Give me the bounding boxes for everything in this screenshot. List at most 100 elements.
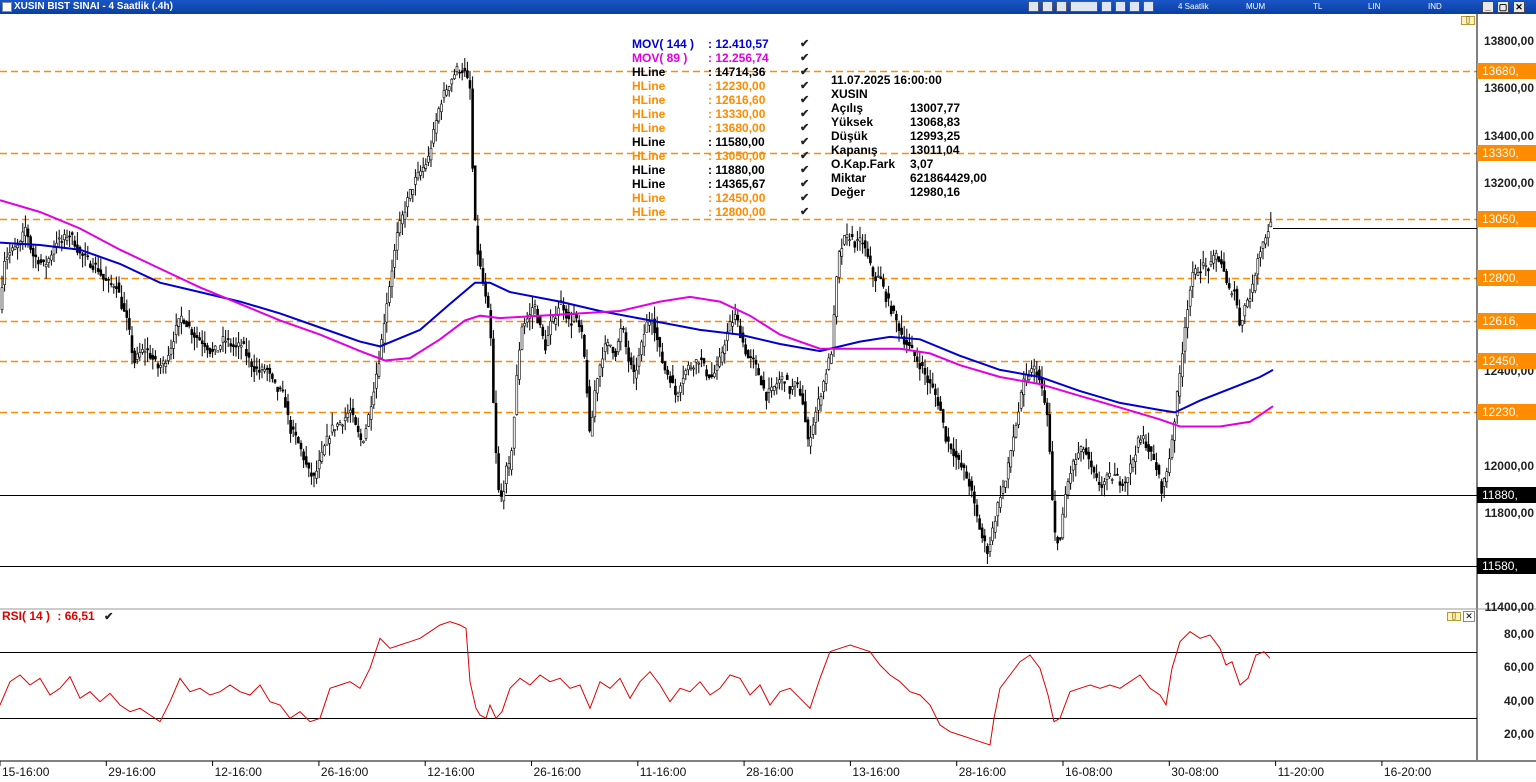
candle-body [520, 326, 524, 350]
candle-body [0, 287, 4, 310]
time-tick-label: 16-08:00 [1065, 765, 1113, 779]
candle-body [224, 340, 227, 343]
visibility-check-icon[interactable]: ✔ [800, 205, 809, 219]
candle-body [42, 259, 45, 262]
candle-body [655, 327, 659, 341]
candle-body [323, 445, 326, 456]
candle-body [993, 520, 997, 533]
chart-canvas[interactable] [0, 0, 1536, 782]
candle-body [273, 379, 277, 383]
candle-body [250, 361, 253, 367]
candle-body [1209, 261, 1213, 266]
candle-body [939, 401, 942, 411]
candle-body [627, 347, 630, 362]
candle-body [44, 264, 48, 268]
visibility-check-icon[interactable]: ✔ [800, 51, 809, 65]
candle-body [905, 340, 909, 346]
candle-body [798, 388, 802, 396]
candle-body [809, 437, 812, 447]
rsi-panel-close-button[interactable]: ✕ [1463, 611, 1475, 622]
hline-price-tag: 11580, [1477, 557, 1536, 574]
candle-body [1230, 293, 1234, 296]
main-panel-settings-button[interactable]: [] [1461, 16, 1475, 25]
candle-body [122, 303, 126, 312]
candle-body [713, 372, 716, 378]
candle-body [37, 260, 40, 265]
visibility-check-icon[interactable]: ✔ [800, 93, 809, 107]
candle-body [1129, 463, 1132, 474]
candle-body [1264, 237, 1267, 245]
legend-item-value: : 14714,36 [708, 65, 766, 79]
hline-price-tag: 13050, [1477, 211, 1536, 228]
candle-body [315, 470, 318, 479]
candle-body [463, 67, 467, 71]
candle-body [458, 71, 461, 74]
candle-body [715, 364, 719, 371]
candle-body [380, 339, 383, 359]
candle-body [879, 276, 883, 280]
time-tick-label: 16-20:00 [1383, 765, 1432, 779]
visibility-check-icon[interactable]: ✔ [800, 107, 809, 121]
candle-body [86, 255, 90, 258]
price-tick-label: 11400,00 [1484, 600, 1534, 614]
candle-body [1214, 252, 1218, 260]
candle-body [408, 189, 412, 199]
candle-body [692, 367, 695, 370]
rsi-tick-label: 40,00 [1503, 693, 1534, 708]
candle-body [141, 349, 144, 353]
candle-body [895, 314, 898, 321]
candle-body [424, 164, 428, 169]
visibility-check-icon[interactable]: ✔ [800, 177, 809, 191]
candle-body [1144, 441, 1148, 448]
time-tick-label: 11-20:00 [1277, 765, 1325, 779]
visibility-check-icon[interactable]: ✔ [800, 37, 809, 51]
hline-price-tag: 12616, [1477, 313, 1536, 330]
rsi-panel-settings-button[interactable]: [] [1447, 612, 1461, 621]
candle-body [5, 256, 9, 260]
candle-body [499, 490, 503, 497]
candle-body [918, 362, 922, 370]
rsi-check-icon[interactable]: ✔ [104, 611, 113, 623]
time-tick-label: 11-16:00 [639, 765, 687, 779]
visibility-check-icon[interactable]: ✔ [800, 79, 809, 93]
candle-body [91, 265, 95, 270]
candle-body [182, 319, 186, 324]
candle-body [512, 416, 516, 449]
visibility-check-icon[interactable]: ✔ [800, 65, 809, 79]
candle-body [1183, 327, 1187, 352]
candle-body [869, 255, 872, 264]
candle-body [892, 305, 896, 312]
candle-body [94, 262, 97, 265]
visibility-check-icon[interactable]: ✔ [800, 191, 809, 205]
info-key: Düşük [831, 129, 868, 143]
visibility-check-icon[interactable]: ✔ [800, 121, 809, 135]
candle-body [385, 303, 389, 323]
candle-body [866, 248, 870, 257]
candle-body [1012, 436, 1015, 452]
candle-body [468, 80, 472, 89]
candle-body [1123, 481, 1127, 484]
candle-body [1095, 473, 1098, 478]
candle-body [252, 366, 256, 372]
hline-price-tag: 12230, [1477, 404, 1536, 421]
candle-body [1097, 481, 1101, 485]
candle-body [671, 375, 675, 384]
candle-body [796, 382, 799, 385]
candle-body [588, 386, 591, 432]
info-symbol: XUSIN [831, 87, 868, 101]
visibility-check-icon[interactable]: ✔ [800, 149, 809, 163]
candle-body [874, 276, 877, 282]
candle-body [658, 337, 662, 348]
candle-body [736, 314, 740, 321]
visibility-check-icon[interactable]: ✔ [800, 163, 809, 177]
legend-item-value: : 12800,00 [708, 205, 766, 219]
candle-body [1092, 467, 1096, 473]
candle-body [577, 320, 581, 328]
candle-body [749, 356, 753, 358]
candle-body [226, 338, 230, 340]
info-value: 621864429,00 [910, 171, 987, 185]
time-tick-label: 28-16:00 [746, 765, 794, 779]
candle-body [156, 363, 160, 369]
candle-body [681, 377, 685, 384]
visibility-check-icon[interactable]: ✔ [800, 135, 809, 149]
